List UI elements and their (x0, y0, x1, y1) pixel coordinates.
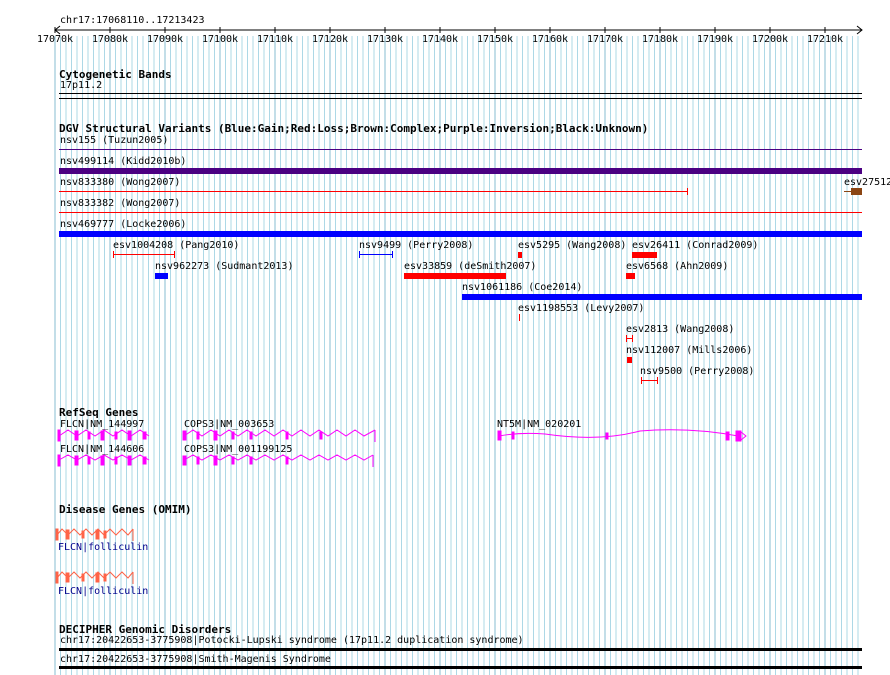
omim-gene-glyphs (55, 528, 134, 584)
decipher-label-potocki-lupski[interactable]: chr17:20422653-3775908|Potocki-Lupski sy… (60, 635, 524, 647)
omim-model-flcn-2[interactable] (55, 571, 134, 584)
decipher-label-smith-magenis[interactable]: chr17:20422653-3775908|Smith-Magenis Syn… (60, 654, 331, 666)
decipher-bar-potocki-lupski[interactable] (59, 648, 862, 651)
omim-label-flcn-1[interactable]: FLCN|folliculin (58, 542, 148, 554)
genome-browser-view: chr17:17068110..17213423 17070k 17080k 170… (0, 0, 890, 675)
decipher-bar-smith-magenis[interactable] (59, 666, 862, 669)
omim-label-flcn-2[interactable]: FLCN|folliculin (58, 586, 148, 598)
omim-model-flcn-1[interactable] (55, 528, 134, 541)
